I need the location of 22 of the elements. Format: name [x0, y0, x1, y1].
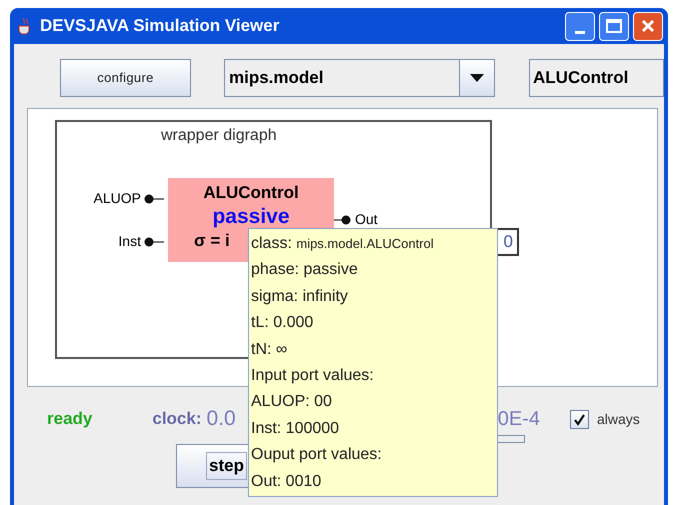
clock-value: 0.0 — [206, 406, 236, 432]
model-name: ALUControl — [203, 182, 299, 204]
tooltip-line: tN: ∞ — [251, 340, 288, 360]
status-text: ready — [47, 408, 92, 430]
model-phase: passive — [212, 204, 290, 230]
tooltip-line: class: mips.model.ALUControl — [251, 234, 435, 254]
port-label: ALUOP — [94, 189, 141, 208]
tooltip-line: Ouput port values: — [251, 445, 383, 466]
digraph-title: wrapper digraph — [161, 126, 277, 146]
window-title: DEVSJAVA Simulation Viewer — [40, 15, 280, 38]
tooltip-line: phase: passive — [251, 260, 359, 280]
tooltip-line: sigma: infinity — [251, 286, 349, 307]
port-label: Out — [355, 210, 378, 229]
checkbox-label: always — [596, 410, 640, 429]
tooltip-line: tL: 0.000 — [251, 313, 314, 334]
tooltip-line: Out: 0010 — [251, 472, 322, 492]
model-sigma: σ = i — [194, 230, 230, 252]
tooltip-line: ALUOP: 00 — [251, 392, 333, 412]
tooltip-line: Inst: 100000 — [251, 418, 340, 439]
tooltip-line: Input port values: — [251, 366, 375, 386]
port-label: Inst — [118, 232, 141, 251]
clock-label: clock: — [152, 408, 202, 430]
